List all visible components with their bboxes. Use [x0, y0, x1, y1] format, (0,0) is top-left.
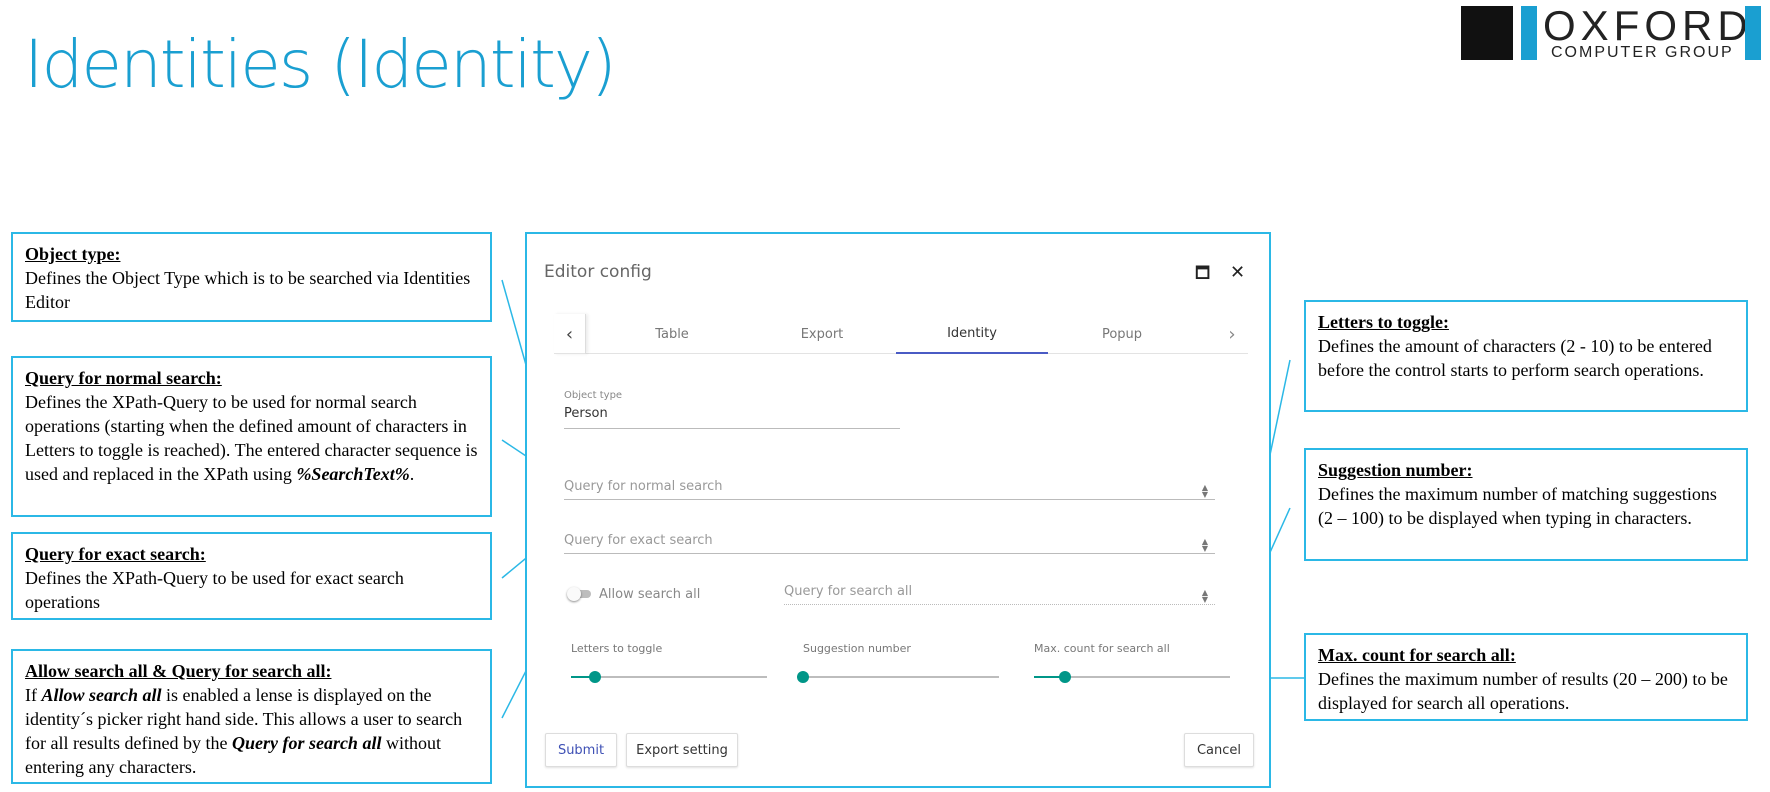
slider-thumb[interactable]: [588, 671, 601, 683]
callout-letters-toggle: Letters to toggle: Defines the amount of…: [1304, 300, 1748, 412]
toggle-knob: [567, 587, 581, 601]
page-title: Identities (Identity): [24, 26, 617, 103]
query-normal-search-input[interactable]: Query for normal search: [564, 479, 1214, 499]
callout-body: Defines the XPath-Query to be used for e…: [25, 568, 404, 612]
max-count-search-all-slider[interactable]: [1034, 671, 1230, 683]
tab-identity[interactable]: Identity: [896, 314, 1048, 354]
logo-line2: COMPUTER GROUP: [1551, 44, 1734, 61]
query-search-all-stepper-icon[interactable]: ▲ ▼: [1200, 589, 1210, 604]
callout-query-exact: Query for exact search: Defines the XPat…: [11, 532, 492, 620]
callout-body: Defines the amount of characters (2 - 10…: [1318, 336, 1712, 380]
slider-thumb[interactable]: [797, 671, 809, 683]
logo-black-square: [1461, 6, 1513, 60]
allow-search-all-label: Allow search all: [599, 587, 701, 602]
callout-suggestion-number: Suggestion number: Defines the maximum n…: [1304, 448, 1748, 561]
query-exact-search-input[interactable]: Query for exact search: [564, 533, 1214, 553]
callout-allow-search-all: Allow search all & Query for search all:…: [11, 649, 492, 784]
slider-thumb[interactable]: [1059, 671, 1072, 683]
query-exact-stepper-icon[interactable]: ▲ ▼: [1200, 538, 1210, 553]
tab-bar: ‹ Table Export Identity Popup ›: [554, 314, 1248, 354]
maximize-icon[interactable]: 🗖: [1195, 262, 1210, 289]
close-icon[interactable]: ✕: [1230, 262, 1245, 283]
query-normal-stepper-icon[interactable]: ▲ ▼: [1200, 484, 1210, 499]
callout-text: If: [25, 685, 42, 705]
query-exact-underline: [564, 553, 1215, 554]
letters-to-toggle-label: Letters to toggle: [571, 642, 663, 655]
tab-export[interactable]: Export: [746, 314, 898, 354]
query-normal-underline: [564, 499, 1215, 500]
max-count-search-all-label: Max. count for search all: [1034, 642, 1170, 655]
callout-body: Defines the Object Type which is to be s…: [25, 268, 471, 312]
logo-line1: OXFORD: [1543, 2, 1753, 49]
cancel-button[interactable]: Cancel: [1184, 733, 1254, 767]
submit-button[interactable]: Submit: [545, 733, 617, 767]
callout-heading: Suggestion number:: [1318, 460, 1473, 480]
oxford-computer-group-logo: OXFORD COMPUTER GROUP: [1461, 2, 1761, 61]
object-type-underline: [564, 428, 900, 429]
callout-heading: Letters to toggle:: [1318, 312, 1449, 332]
callout-max-count: Max. count for search all: Defines the m…: [1304, 633, 1748, 721]
tab-popup[interactable]: Popup: [1046, 314, 1198, 354]
slider-rail: [803, 676, 999, 678]
callout-heading: Max. count for search all:: [1318, 645, 1516, 665]
tab-table[interactable]: Table: [596, 314, 748, 354]
editor-config-dialog: Editor config 🗖 ✕ ‹ Table Export Identit…: [525, 232, 1271, 788]
allow-search-all-toggle[interactable]: [567, 587, 591, 601]
object-type-label: Object type: [564, 390, 623, 401]
suggestion-number-label: Suggestion number: [803, 642, 911, 655]
callout-object-type: Object type: Defines the Object Type whi…: [11, 232, 492, 322]
callout-emphasis: Allow search all: [41, 685, 162, 705]
callout-query-normal: Query for normal search: Defines the XPa…: [11, 356, 492, 517]
logo-bar-right: [1745, 6, 1761, 60]
chevron-left-icon[interactable]: ‹: [554, 314, 586, 354]
callout-emphasis: Query for search all: [231, 733, 382, 753]
query-search-all-input[interactable]: Query for search all: [784, 584, 1214, 604]
callout-heading: Object type:: [25, 244, 121, 264]
callout-heading: Allow search all & Query for search all:: [25, 661, 332, 681]
chevron-right-icon[interactable]: ›: [1216, 314, 1248, 354]
export-setting-button[interactable]: Export setting: [626, 733, 738, 767]
object-type-input[interactable]: Person: [564, 406, 900, 428]
dialog-title: Editor config: [544, 262, 652, 282]
logo-bar-left: [1521, 6, 1537, 60]
callout-body-end: .: [409, 464, 415, 484]
suggestion-number-slider[interactable]: [797, 671, 999, 683]
callout-heading: Query for exact search:: [25, 544, 206, 564]
callout-body: Defines the maximum number of matching s…: [1318, 484, 1717, 528]
query-search-all-underline: [784, 604, 1215, 605]
callout-heading: Query for normal search:: [25, 368, 222, 388]
callout-body: Defines the maximum number of results (2…: [1318, 669, 1728, 713]
letters-to-toggle-slider[interactable]: [571, 671, 767, 683]
callout-emphasis: %SearchText%: [296, 464, 410, 484]
